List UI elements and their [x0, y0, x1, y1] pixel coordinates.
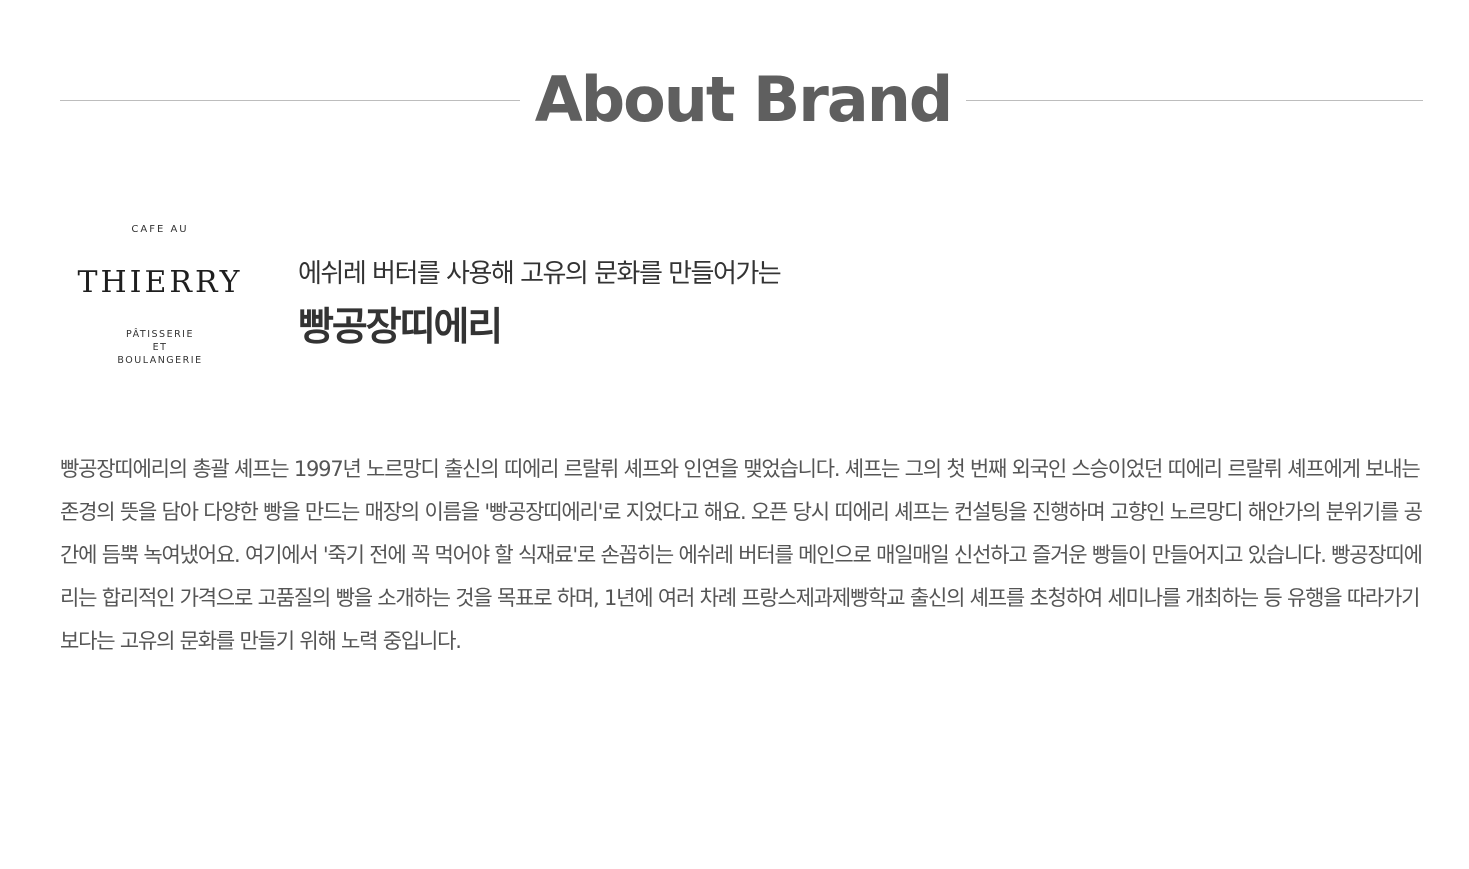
brand-logo: CAFE AU THIERRY PÂTISSERIE ET BOULANGERI…	[60, 222, 260, 372]
heading-divider-left	[60, 100, 520, 101]
logo-sub-text: PÂTISSERIE ET BOULANGERIE	[60, 328, 260, 367]
logo-sub-line: PÂTISSERIE	[126, 329, 194, 340]
logo-main-text: THIERRY	[77, 265, 243, 300]
brand-description: 빵공장띠에리의 총괄 셰프는 1997년 노르망디 출신의 띠에리 르랄뤼 셰프…	[60, 457, 1423, 653]
section-heading: About Brand	[60, 62, 1423, 138]
section-title: About Brand	[534, 63, 954, 136]
brand-name: 빵공장띠에리	[298, 305, 503, 350]
brand-tagline: 에쉬레 버터를 사용해 고유의 문화를 만들어가는	[298, 259, 782, 289]
logo-sub-line: BOULANGERIE	[117, 355, 203, 366]
logo-sub-line: ET	[152, 342, 168, 353]
heading-divider-right	[966, 100, 1423, 101]
logo-top-text: CAFE AU	[131, 224, 189, 235]
